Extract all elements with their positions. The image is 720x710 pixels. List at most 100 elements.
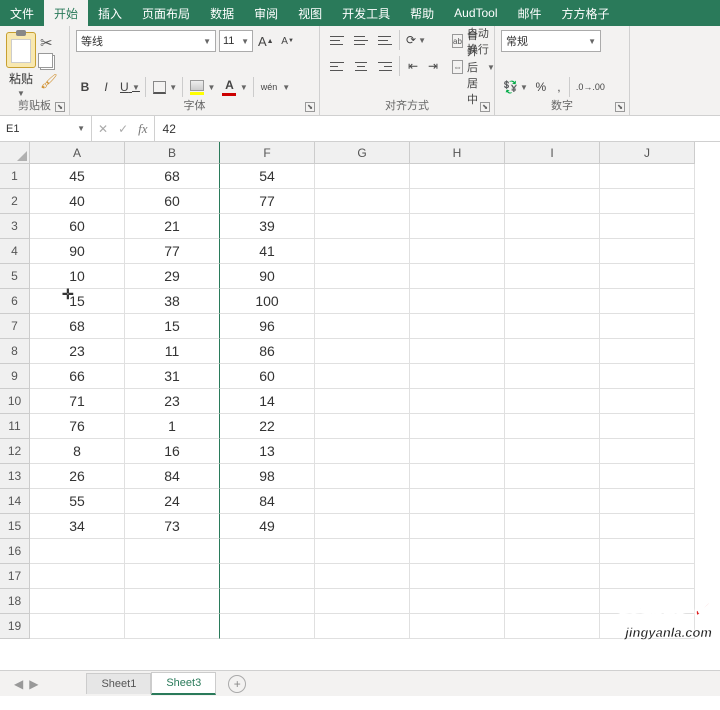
sheet-nav-prev[interactable]: ◀	[14, 677, 23, 691]
cell[interactable]: 90	[220, 264, 315, 289]
cell[interactable]	[125, 539, 220, 564]
cell[interactable]: 84	[125, 464, 220, 489]
cell[interactable]	[505, 339, 600, 364]
row-header[interactable]: 2	[0, 189, 30, 214]
cell[interactable]	[505, 564, 600, 589]
cell[interactable]	[315, 564, 410, 589]
cell[interactable]	[315, 214, 410, 239]
cell[interactable]	[315, 489, 410, 514]
row-header[interactable]: 19	[0, 614, 30, 639]
cell[interactable]	[315, 164, 410, 189]
cell[interactable]	[30, 614, 125, 639]
tab-page-layout[interactable]: 页面布局	[132, 0, 200, 26]
cell[interactable]	[600, 239, 695, 264]
name-box[interactable]: E1 ▼	[0, 116, 92, 141]
row-header[interactable]: 16	[0, 539, 30, 564]
comma-button[interactable]: ,	[552, 77, 570, 97]
cell[interactable]: 10	[30, 264, 125, 289]
sheet-tab-1[interactable]: Sheet1	[86, 673, 151, 694]
increase-decimal-button[interactable]: .0→.00	[574, 77, 607, 97]
column-header[interactable]: J	[600, 142, 695, 164]
cell[interactable]	[600, 614, 695, 639]
alignment-dialog-launcher[interactable]: ⬊	[480, 102, 490, 112]
percent-button[interactable]: %	[532, 77, 550, 97]
cell[interactable]	[125, 614, 220, 639]
cell[interactable]: 71	[30, 389, 125, 414]
tab-ffgz[interactable]: 方方格子	[552, 0, 620, 26]
cell[interactable]	[315, 514, 410, 539]
cell[interactable]	[600, 389, 695, 414]
cell[interactable]	[505, 464, 600, 489]
cell[interactable]: 14	[220, 389, 315, 414]
tab-mail[interactable]: 邮件	[508, 0, 552, 26]
row-header[interactable]: 4	[0, 239, 30, 264]
row-header[interactable]: 10	[0, 389, 30, 414]
cell[interactable]: 15	[125, 314, 220, 339]
tab-insert[interactable]: 插入	[88, 0, 132, 26]
cell[interactable]: 24	[125, 489, 220, 514]
cell[interactable]: 15	[30, 289, 125, 314]
cell[interactable]	[600, 314, 695, 339]
cell[interactable]	[30, 539, 125, 564]
formula-input[interactable]: 42	[155, 116, 720, 141]
cell[interactable]	[505, 239, 600, 264]
cell[interactable]: 54	[220, 164, 315, 189]
cell[interactable]: 76	[30, 414, 125, 439]
align-right-button[interactable]	[374, 56, 400, 76]
cell[interactable]	[600, 539, 695, 564]
row-header[interactable]: 5	[0, 264, 30, 289]
font-dialog-launcher[interactable]: ⬊	[305, 102, 315, 112]
cell[interactable]: 68	[30, 314, 125, 339]
cell[interactable]	[600, 364, 695, 389]
add-sheet-button[interactable]: +	[228, 675, 246, 693]
cell[interactable]	[600, 264, 695, 289]
cell[interactable]	[410, 489, 505, 514]
cell[interactable]	[600, 514, 695, 539]
cell[interactable]	[600, 564, 695, 589]
cell[interactable]	[410, 414, 505, 439]
cell[interactable]	[315, 414, 410, 439]
cell[interactable]	[505, 489, 600, 514]
cell[interactable]: 86	[220, 339, 315, 364]
cell[interactable]: 8	[30, 439, 125, 464]
cell[interactable]: 23	[125, 389, 220, 414]
cell[interactable]	[410, 439, 505, 464]
tab-file[interactable]: 文件	[0, 0, 44, 26]
cell[interactable]	[505, 189, 600, 214]
cell[interactable]: 60	[30, 214, 125, 239]
column-header[interactable]: I	[505, 142, 600, 164]
cell[interactable]	[505, 414, 600, 439]
cell[interactable]	[315, 464, 410, 489]
cell[interactable]	[600, 214, 695, 239]
row-header[interactable]: 12	[0, 439, 30, 464]
cell[interactable]	[410, 189, 505, 214]
tab-audtool[interactable]: AudTool	[444, 0, 507, 26]
cell[interactable]	[600, 464, 695, 489]
cell[interactable]	[410, 314, 505, 339]
underline-button[interactable]: U ▼	[118, 77, 146, 97]
sheet-nav-next[interactable]: ▶	[29, 677, 38, 691]
cancel-formula-button[interactable]: ✕	[98, 122, 108, 136]
cell[interactable]: 1	[125, 414, 220, 439]
copy-button[interactable]	[40, 55, 55, 70]
cell[interactable]: 73	[125, 514, 220, 539]
column-header[interactable]: B	[125, 142, 220, 164]
cell[interactable]	[600, 439, 695, 464]
font-size-dropdown[interactable]: 11 ▼	[219, 30, 253, 52]
row-header[interactable]: 8	[0, 339, 30, 364]
tab-developer[interactable]: 开发工具	[332, 0, 400, 26]
cell[interactable]	[30, 564, 125, 589]
cell[interactable]: 26	[30, 464, 125, 489]
cell[interactable]: 68	[125, 164, 220, 189]
cell[interactable]	[505, 314, 600, 339]
cell[interactable]	[600, 589, 695, 614]
cell[interactable]	[505, 364, 600, 389]
font-color-button[interactable]: A ▼	[220, 77, 253, 97]
cell[interactable]: 21	[125, 214, 220, 239]
row-header[interactable]: 9	[0, 364, 30, 389]
tab-data[interactable]: 数据	[200, 0, 244, 26]
cell[interactable]	[410, 389, 505, 414]
cell[interactable]: 40	[30, 189, 125, 214]
align-middle-button[interactable]	[350, 30, 372, 50]
cell[interactable]	[505, 539, 600, 564]
